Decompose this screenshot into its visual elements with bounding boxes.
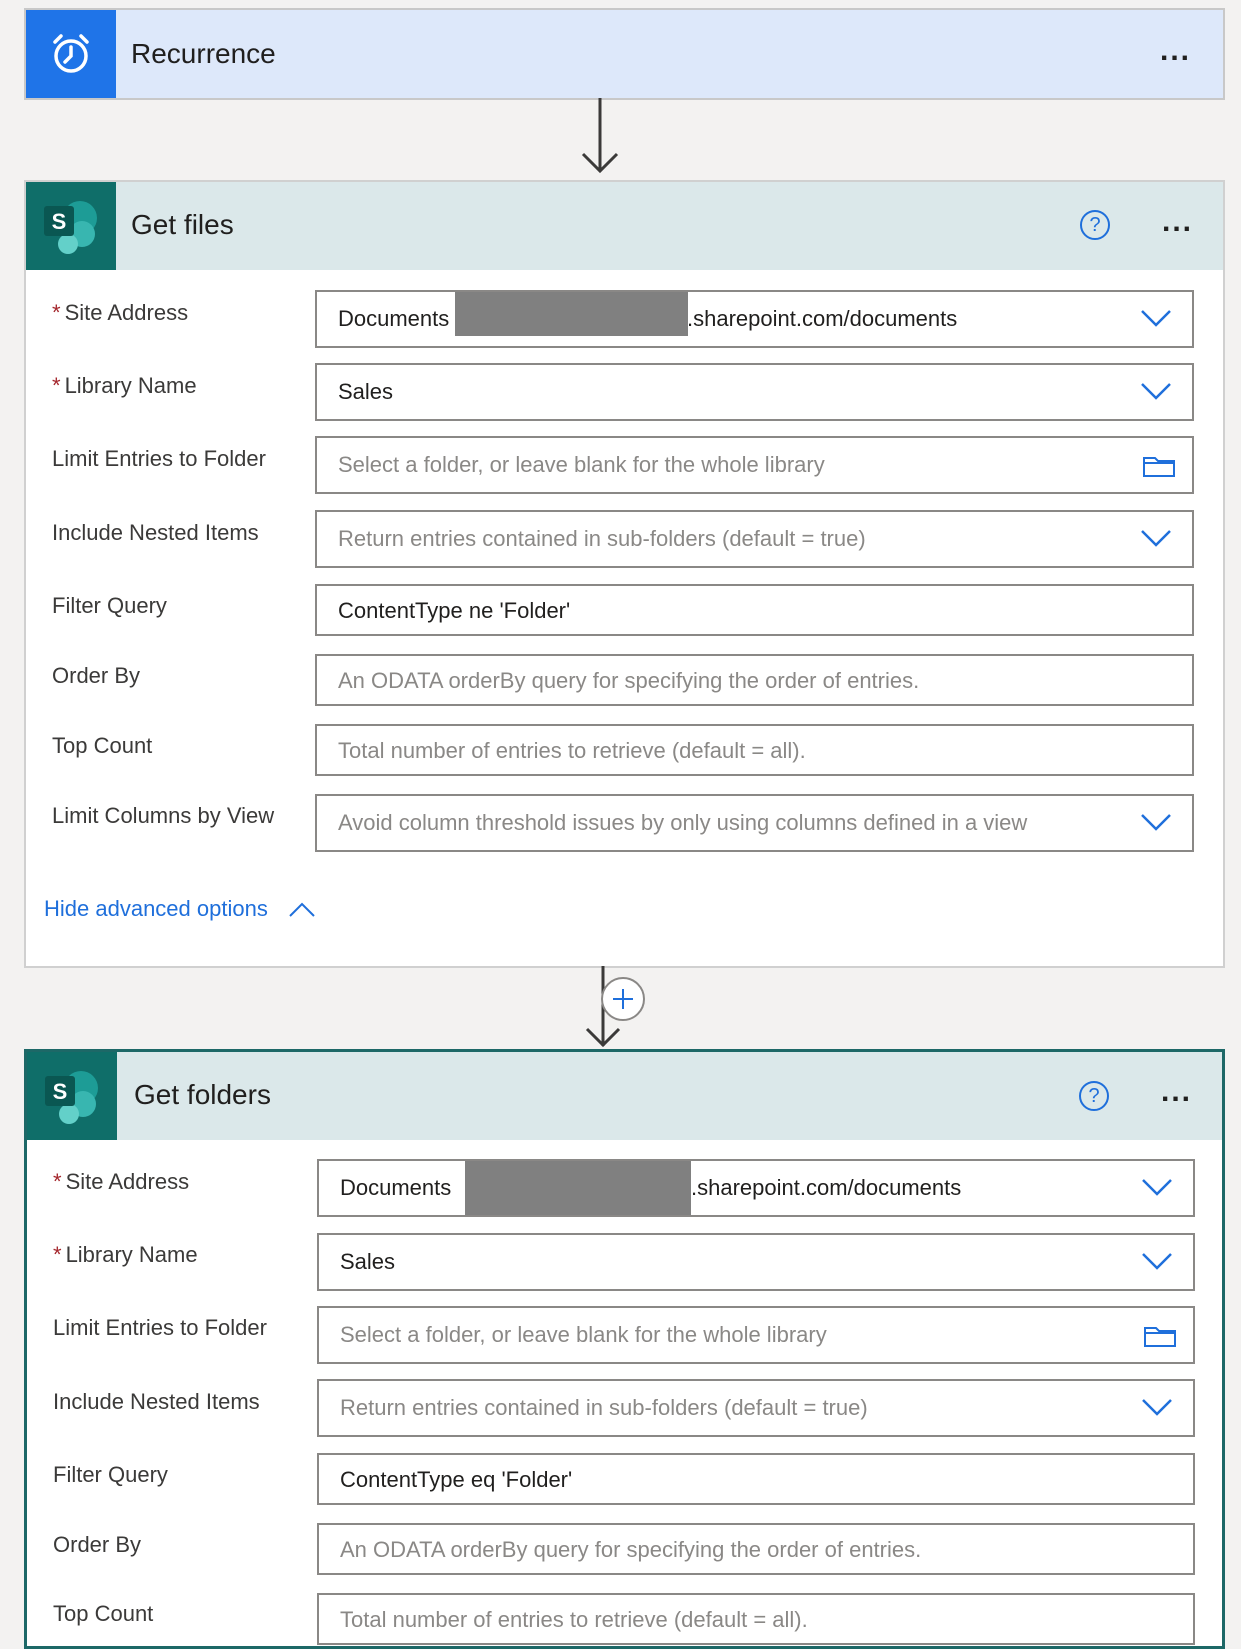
hide-advanced-options-link[interactable]: Hide advanced options — [44, 896, 316, 922]
nested-items-dropdown[interactable]: Return entries contained in sub-folders … — [315, 510, 1194, 568]
help-icon[interactable]: ? — [1079, 1081, 1109, 1111]
chevron-up-icon — [289, 902, 315, 917]
filter-query-input[interactable]: ContentType eq 'Folder' — [317, 1453, 1195, 1505]
nested-items-label: Include Nested Items — [52, 520, 259, 545]
chevron-down-icon — [1142, 1179, 1172, 1196]
add-step-button[interactable] — [601, 977, 645, 1021]
site-address-dropdown[interactable]: Documents .sharepoint.com/documents — [317, 1159, 1195, 1217]
site-address-dropdown[interactable]: Documents .sharepoint.com/documents — [315, 290, 1194, 348]
recurrence-more-options-button[interactable]: ... — [1160, 36, 1191, 66]
limit-folder-input[interactable]: Select a folder, or leave blank for the … — [317, 1306, 1195, 1364]
required-mark: * — [53, 1242, 62, 1267]
library-name-label: * Library Name — [53, 1242, 198, 1268]
top-count-label: Top Count — [52, 733, 153, 758]
site-address-prefix: Documents — [340, 1175, 452, 1200]
limit-folder-input[interactable]: Select a folder, or leave blank for the … — [315, 436, 1194, 494]
limit-view-dropdown[interactable]: Avoid column threshold issues by only us… — [315, 794, 1194, 852]
order-by-input[interactable]: An ODATA orderBy query for specifying th… — [315, 654, 1194, 706]
chevron-down-icon — [1141, 814, 1171, 831]
filter-query-value: ContentType eq 'Folder' — [340, 1467, 573, 1492]
top-count-input[interactable]: Total number of entries to retrieve (def… — [315, 724, 1194, 776]
order-by-label: Order By — [52, 663, 141, 688]
chevron-down-icon — [1141, 530, 1171, 547]
library-name-value: Sales — [338, 379, 394, 404]
site-address-label: * Site Address — [52, 300, 188, 326]
library-name-dropdown[interactable]: Sales — [317, 1233, 1195, 1291]
get-folders-more-options-button[interactable]: ... — [1161, 1077, 1192, 1107]
required-mark: * — [52, 373, 61, 398]
site-address-label-text: Site Address — [64, 300, 189, 325]
order-by-input[interactable]: An ODATA orderBy query for specifying th… — [317, 1523, 1195, 1575]
svg-text:S: S — [53, 1079, 68, 1104]
get-folders-header[interactable]: S Get folders ? ... — [27, 1052, 1222, 1140]
help-icon[interactable]: ? — [1080, 210, 1110, 240]
get-files-title: Get files — [131, 209, 234, 240]
order-by-placeholder: An ODATA orderBy query for specifying th… — [340, 1537, 922, 1562]
chevron-down-icon — [1142, 1399, 1172, 1416]
site-address-prefix: Documents — [338, 306, 450, 331]
filter-query-input[interactable]: ContentType ne 'Folder' — [315, 584, 1194, 636]
library-name-value: Sales — [340, 1249, 396, 1274]
site-address-label: * Site Address — [53, 1169, 189, 1195]
hide-advanced-options-text: Hide advanced options — [44, 896, 268, 921]
svg-text:S: S — [52, 209, 67, 234]
chevron-down-icon — [1141, 310, 1171, 327]
nested-items-placeholder: Return entries contained in sub-folders … — [340, 1395, 868, 1420]
folder-picker-icon[interactable] — [1143, 1322, 1177, 1348]
folder-picker-icon[interactable] — [1142, 452, 1176, 478]
top-count-placeholder: Total number of entries to retrieve (def… — [340, 1607, 808, 1632]
limit-view-label: Limit Columns by View — [52, 803, 275, 828]
filter-query-label: Filter Query — [53, 1462, 168, 1487]
order-by-label: Order By — [53, 1532, 142, 1557]
sharepoint-icon: S — [26, 182, 116, 270]
filter-query-label: Filter Query — [52, 593, 167, 618]
get-files-more-options-button[interactable]: ... — [1162, 207, 1193, 237]
nested-items-label: Include Nested Items — [53, 1389, 260, 1414]
site-address-suffix: .sharepoint.com/documents — [687, 306, 958, 331]
site-address-label-text: Site Address — [65, 1169, 190, 1194]
redacted-block — [455, 292, 688, 336]
library-name-label: * Library Name — [52, 373, 197, 399]
required-mark: * — [53, 1169, 62, 1194]
limit-folder-placeholder: Select a folder, or leave blank for the … — [340, 1322, 827, 1347]
recurrence-title: Recurrence — [131, 38, 276, 69]
flow-arrow-icon — [581, 98, 619, 174]
site-address-suffix: .sharepoint.com/documents — [691, 1175, 962, 1200]
limit-folder-label: Limit Entries to Folder — [53, 1315, 267, 1340]
limit-folder-placeholder: Select a folder, or leave blank for the … — [338, 452, 825, 477]
limit-view-placeholder: Avoid column threshold issues by only us… — [338, 810, 1028, 835]
top-count-input[interactable]: Total number of entries to retrieve (def… — [317, 1593, 1195, 1645]
chevron-down-icon — [1142, 1253, 1172, 1270]
filter-query-value: ContentType ne 'Folder' — [338, 598, 571, 623]
chevron-down-icon — [1141, 383, 1171, 400]
order-by-placeholder: An ODATA orderBy query for specifying th… — [338, 668, 920, 693]
get-files-header[interactable]: S Get files ? ... — [26, 182, 1223, 270]
plus-icon — [613, 989, 633, 1009]
sharepoint-icon: S — [27, 1052, 117, 1140]
top-count-label: Top Count — [53, 1601, 154, 1626]
limit-folder-label: Limit Entries to Folder — [52, 446, 266, 471]
library-name-dropdown[interactable]: Sales — [315, 363, 1194, 421]
library-name-label-text: Library Name — [65, 1242, 198, 1267]
nested-items-placeholder: Return entries contained in sub-folders … — [338, 526, 866, 551]
nested-items-dropdown[interactable]: Return entries contained in sub-folders … — [317, 1379, 1195, 1437]
redacted-block — [465, 1161, 691, 1215]
recurrence-card[interactable]: Recurrence ... — [24, 8, 1225, 100]
get-files-card: S Get files ? ... * Site Address Document… — [24, 180, 1225, 968]
top-count-placeholder: Total number of entries to retrieve (def… — [338, 738, 806, 763]
required-mark: * — [52, 300, 61, 325]
get-folders-title: Get folders — [134, 1079, 271, 1110]
alarm-clock-icon — [26, 10, 116, 98]
get-folders-card: S Get folders ? ... * Site Address Docume… — [24, 1049, 1225, 1649]
library-name-label-text: Library Name — [64, 373, 197, 398]
